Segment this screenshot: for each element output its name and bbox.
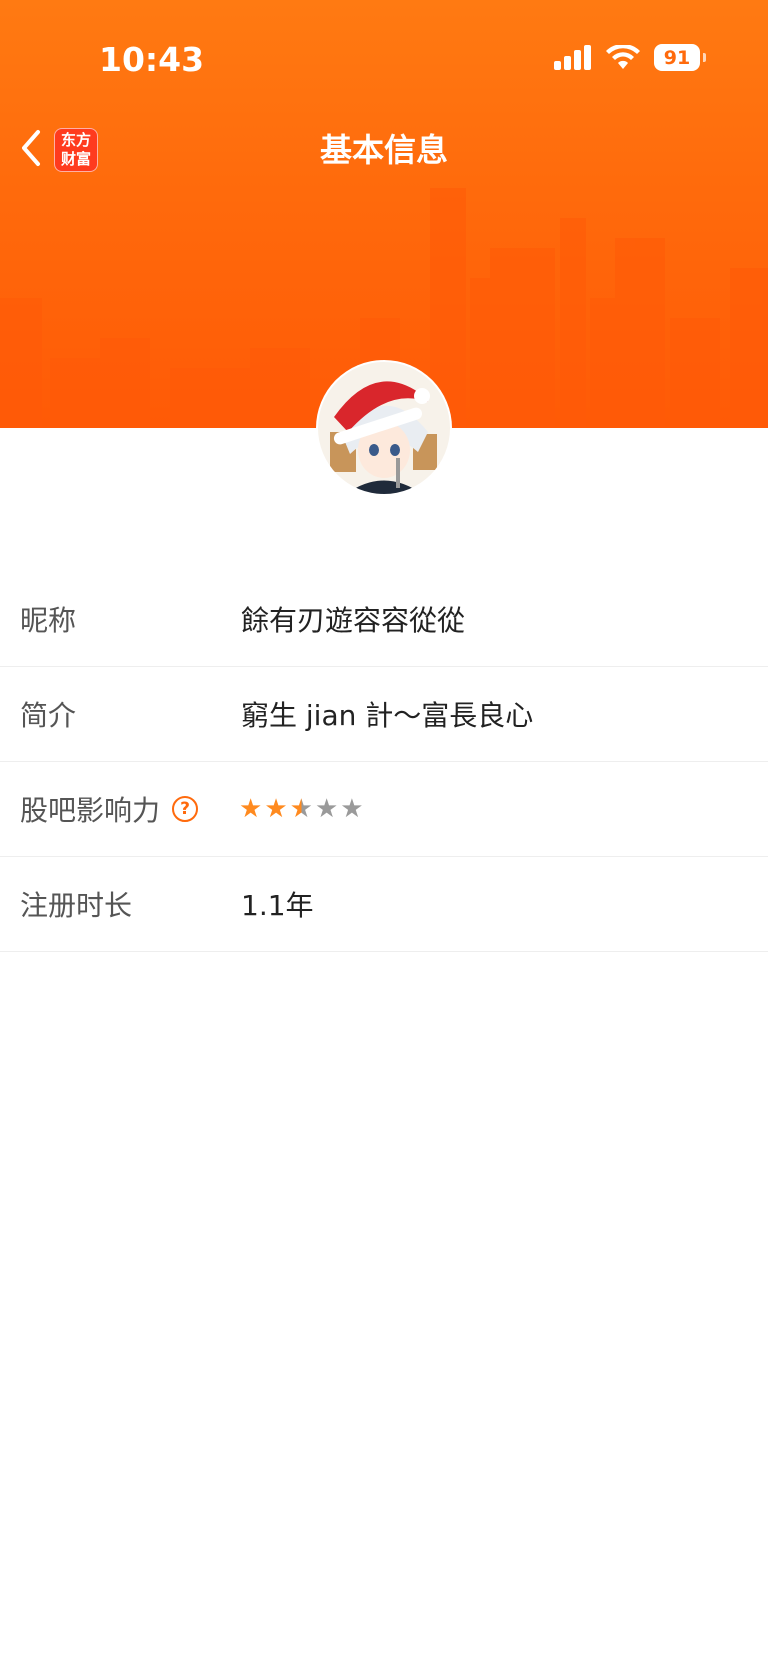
influence-label-wrap: 股吧影响力 ?	[20, 789, 199, 829]
row-registration: 注册时长 1.1年	[0, 857, 768, 952]
avatar-image	[318, 362, 450, 494]
row-bio: 简介 窮生 jian 計～富長良心	[0, 667, 768, 762]
registration-value: 1.1年	[241, 889, 314, 922]
nickname-value: 餘有刃遊容容從從	[241, 604, 466, 637]
star-icon: ★	[239, 794, 263, 824]
signal-icon	[554, 44, 591, 70]
row-nickname: 昵称 餘有刃遊容容從從	[0, 572, 768, 667]
page-title: 基本信息	[319, 131, 448, 169]
wifi-icon	[606, 44, 640, 69]
registration-label: 注册时长	[20, 889, 133, 922]
help-icon[interactable]: ?	[172, 796, 199, 822]
row-influence: 股吧影响力 ? ★ ★ ★ ★ ★	[0, 762, 768, 857]
star-icon: ★	[340, 794, 364, 824]
nickname-label: 昵称	[20, 604, 77, 637]
bio-label: 简介	[20, 699, 77, 732]
status-time: 10:43	[99, 40, 205, 79]
battery-level: 91	[663, 46, 691, 69]
influence-rating: ★ ★ ★ ★ ★	[239, 796, 364, 822]
star-icon: ★	[264, 794, 288, 824]
bio-value: 窮生 jian 計～富長良心	[241, 699, 534, 732]
avatar[interactable]	[318, 362, 450, 494]
battery-icon: 91	[654, 44, 706, 71]
profile-info-list: 昵称 餘有刃遊容容從從 简介 窮生 jian 計～富長良心 股吧影响力 ? ★ ★…	[0, 572, 768, 952]
star-icon: ★	[314, 794, 339, 824]
status-icons: 91	[554, 44, 706, 71]
influence-label: 股吧影响力	[20, 794, 161, 827]
star-icon: ★	[289, 794, 313, 824]
